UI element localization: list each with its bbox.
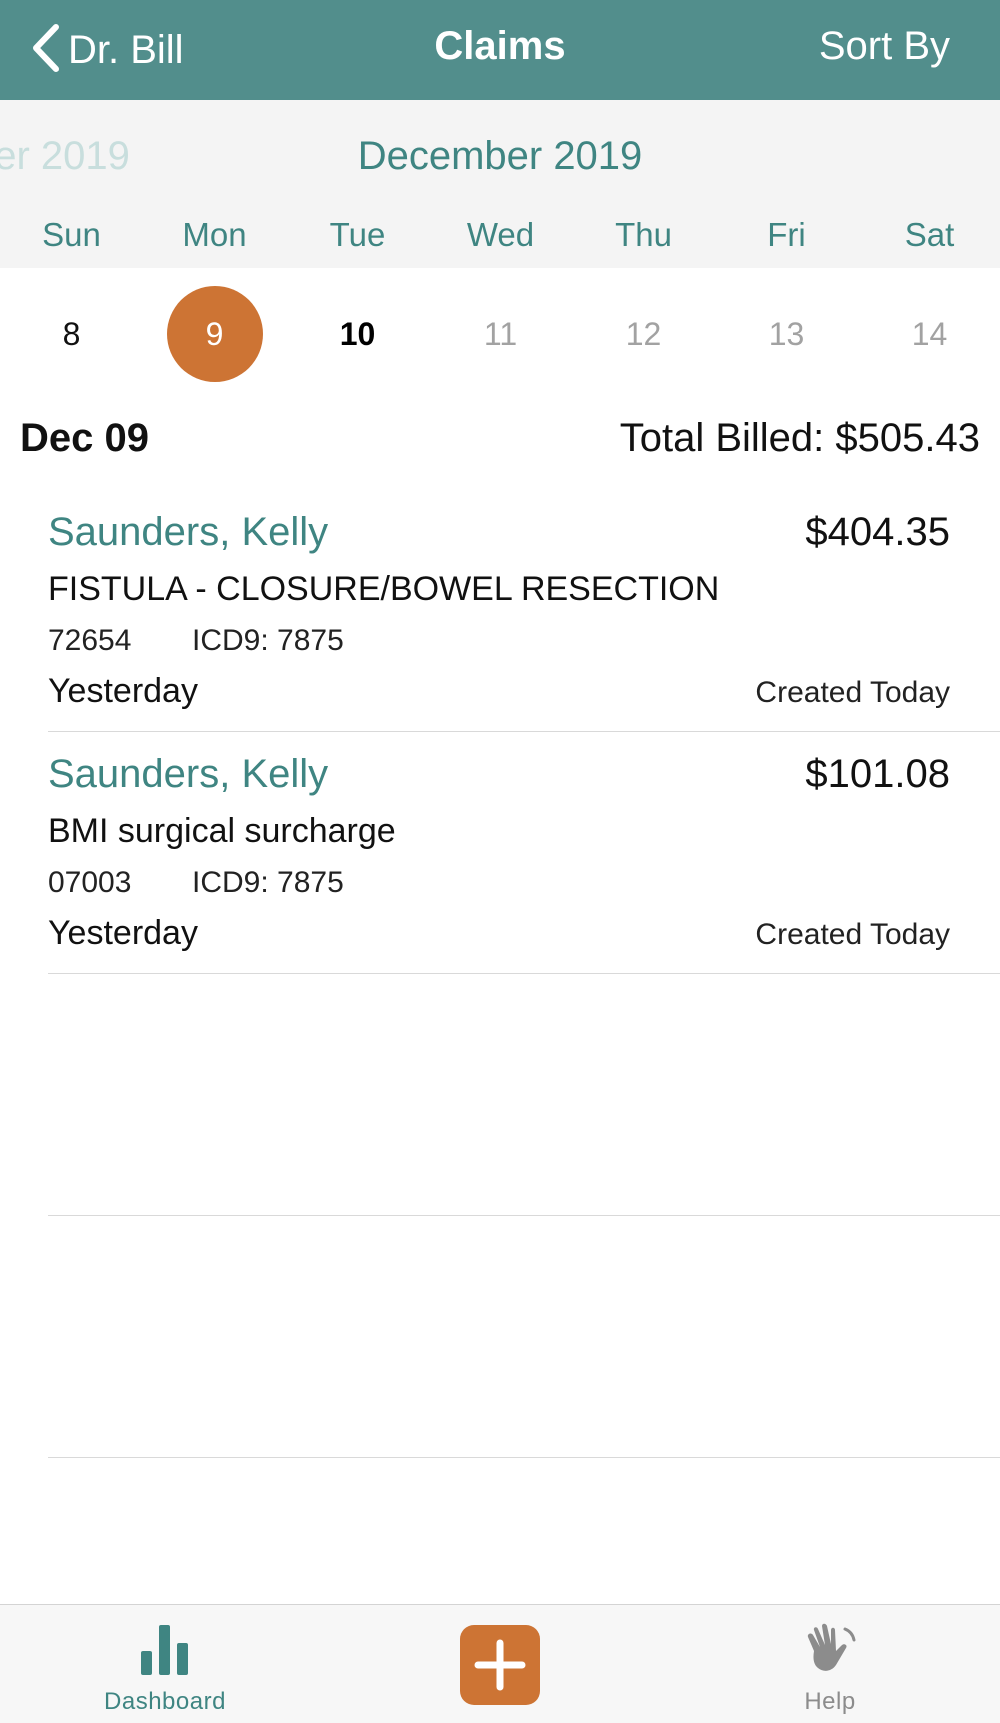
weekday-wed: Wed <box>466 216 535 253</box>
day-12[interactable]: 12 <box>572 286 715 382</box>
add-claim-button[interactable] <box>460 1625 540 1705</box>
day-number: 8 <box>62 315 81 352</box>
claim-amount: $101.08 <box>805 752 950 796</box>
claims-list: Saunders, Kelly $404.35 FISTULA - CLOSUR… <box>0 490 1000 1458</box>
claim-created-label: Created Today <box>755 918 950 951</box>
claim-icd-code: ICD9: 7875 <box>192 866 344 899</box>
day-10-today[interactable]: 10 <box>286 286 429 382</box>
current-month-label: December 2019 <box>357 134 643 178</box>
claim-description: BMI surgical surcharge <box>48 812 396 850</box>
tab-dashboard[interactable]: Dashboard <box>95 1605 235 1723</box>
day-summary: Dec 09 Total Billed: $505.43 <box>20 416 980 472</box>
claim-description: FISTULA - CLOSURE/BOWEL RESECTION <box>48 570 720 608</box>
claim-amount: $404.35 <box>805 510 950 554</box>
sort-by-button[interactable]: Sort By <box>819 24 950 69</box>
claim-row[interactable]: Saunders, Kelly $101.08 BMI surgical sur… <box>48 732 1000 974</box>
weekday-thu: Thu <box>615 216 672 253</box>
tab-help[interactable]: Help <box>760 1605 900 1723</box>
empty-list-row <box>48 974 1000 1216</box>
weekday-row: Sun Mon Tue Wed Thu Fri Sat <box>0 216 1000 256</box>
weekday-sun: Sun <box>42 216 101 253</box>
weekday-mon: Mon <box>182 216 247 253</box>
claim-patient-name: Saunders, Kelly <box>48 752 329 796</box>
weekday-fri: Fri <box>767 216 806 253</box>
claim-fee-code: 72654 <box>48 624 132 657</box>
day-number: 10 <box>339 315 376 352</box>
empty-list-row <box>48 1216 1000 1458</box>
weekday-sat: Sat <box>904 216 955 253</box>
claim-service-date: Yesterday <box>48 672 198 710</box>
day-number: 13 <box>768 315 805 352</box>
total-billed-label: Total Billed: $505.43 <box>619 416 980 460</box>
claim-icd-code: ICD9: 7875 <box>192 624 344 657</box>
day-11[interactable]: 11 <box>429 286 572 382</box>
day-number: 14 <box>911 315 948 352</box>
tab-dashboard-label: Dashboard <box>104 1688 226 1715</box>
day-13[interactable]: 13 <box>715 286 858 382</box>
bar-chart-icon <box>137 1605 193 1682</box>
day-number: 11 <box>483 315 518 352</box>
claim-service-date: Yesterday <box>48 914 198 952</box>
week-day-strip: 8 9 10 11 12 13 14 <box>0 268 1000 398</box>
day-9-selected[interactable]: 9 <box>143 286 286 382</box>
weekday-tue: Tue <box>329 216 386 253</box>
calendar-header: ber 2019 December 2019 Sun Mon Tue Wed T… <box>0 100 1000 268</box>
claim-fee-code: 07003 <box>48 866 132 899</box>
day-number: 9 <box>205 315 224 352</box>
tab-help-label: Help <box>804 1688 856 1715</box>
selected-date-label: Dec 09 <box>20 416 149 460</box>
day-14[interactable]: 14 <box>858 286 1000 382</box>
claim-row[interactable]: Saunders, Kelly $404.35 FISTULA - CLOSUR… <box>48 490 1000 732</box>
navigation-bar: Dr. Bill Claims Sort By <box>0 0 1000 100</box>
claim-patient-name: Saunders, Kelly <box>48 510 329 554</box>
day-number: 12 <box>625 315 662 352</box>
waving-hand-icon <box>800 1605 860 1682</box>
day-8[interactable]: 8 <box>0 286 143 382</box>
claim-created-label: Created Today <box>755 676 950 709</box>
